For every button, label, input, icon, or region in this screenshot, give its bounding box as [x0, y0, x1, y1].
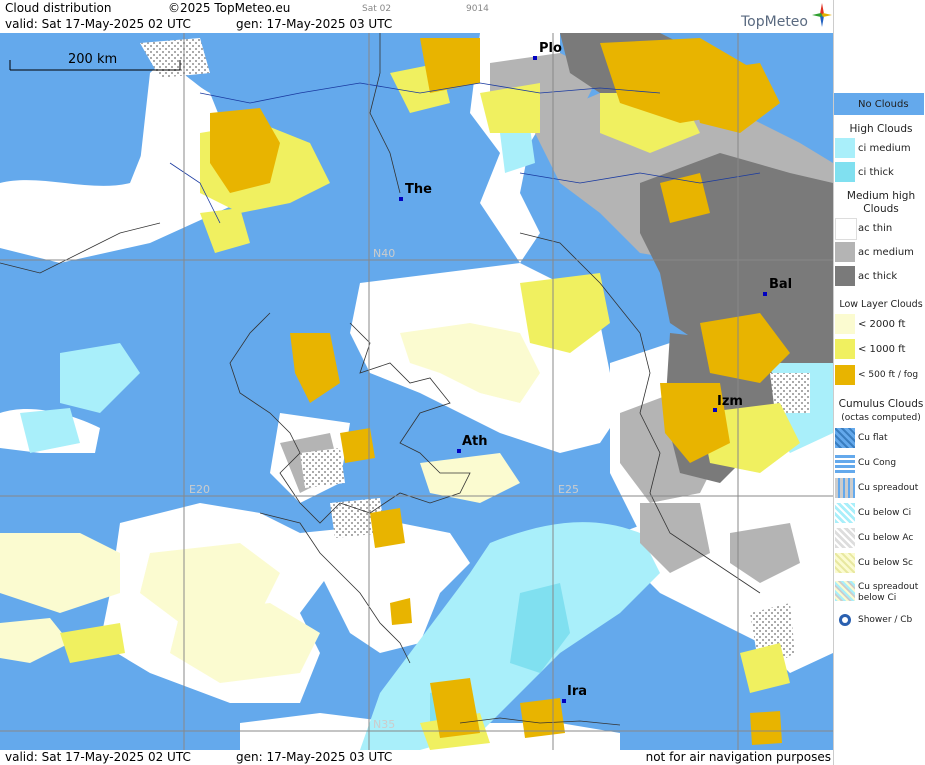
legend-label-cu-spreadout-ci: Cu spreadout below Ci	[858, 582, 919, 603]
legend-label-ac-thick: ac thick	[858, 271, 898, 282]
legend-swatch-cu-spreadout	[835, 478, 855, 498]
legend-ci-thick: ci thick	[834, 162, 925, 184]
header-bar: Cloud distribution ©2025 TopMeteo.eu Sat…	[0, 0, 833, 32]
legend-panel: No Clouds High Clouds ci medium ci thick…	[833, 0, 925, 765]
shower-icon	[839, 614, 851, 626]
legend-low-500: < 500 ft / fog	[834, 365, 925, 387]
city-dot-the	[399, 197, 403, 201]
legend-cu-flat: Cu flat	[834, 428, 925, 450]
legend-swatch-ac-thick	[835, 266, 855, 286]
legend-header-cu: Cumulus Clouds	[838, 398, 924, 410]
legend-low-2000: < 2000 ft	[834, 314, 925, 336]
footer-valid: valid: Sat 17-May-2025 02 UTC	[5, 750, 191, 764]
cloud-map-graphics	[0, 33, 833, 750]
legend-ci-medium: ci medium	[834, 138, 925, 160]
city-dot-ira	[562, 699, 566, 703]
legend-label-low-1000: < 1000 ft	[858, 344, 906, 355]
legend-label-cu-below-ci: Cu below Ci	[858, 508, 912, 518]
city-bal[interactable]: Bal	[769, 277, 792, 292]
legend-label-shower: Shower / Cb	[858, 615, 913, 625]
city-izm[interactable]: Izm	[717, 394, 743, 409]
legend-label-cu-spreadout: Cu spreadout	[858, 483, 919, 493]
legend-label-ac-medium: ac medium	[858, 247, 914, 258]
footer-note: not for air navigation purposes	[645, 750, 831, 764]
legend-swatch-ac-medium	[835, 242, 855, 262]
legend-header-high: High Clouds	[849, 123, 913, 135]
map-title: Cloud distribution	[5, 1, 112, 15]
legend-no-clouds: No Clouds	[834, 93, 925, 115]
legend-cu-spreadout: Cu spreadout	[834, 478, 925, 500]
legend-subheader-cu: (octas computed)	[841, 413, 921, 423]
legend-swatch-low-500	[835, 365, 855, 385]
city-dot-plo	[533, 56, 537, 60]
legend-swatch-cu-below-sc	[835, 553, 855, 573]
legend-label-low-500: < 500 ft / fog	[858, 370, 919, 380]
legend-shower: Shower / Cb	[834, 610, 925, 632]
grid-label-e25: E25	[558, 483, 579, 496]
legend-swatch-ci-medium	[835, 138, 855, 158]
legend-label-ci-medium: ci medium	[858, 143, 911, 154]
footer-bar: valid: Sat 17-May-2025 02 UTC gen: 17-Ma…	[0, 750, 833, 765]
grid-label-e20: E20	[189, 483, 210, 496]
city-ira[interactable]: Ira	[567, 684, 587, 699]
scale-label: 200 km	[68, 52, 118, 67]
city-dot-ath	[457, 449, 461, 453]
legend-swatch-cu-spreadout-ci	[835, 581, 855, 601]
legend-cu-cong: Cu Cong	[834, 453, 925, 475]
legend-cu-below-sc: Cu below Sc	[834, 553, 925, 575]
copyright: ©2025 TopMeteo.eu	[168, 1, 291, 15]
legend-label-ac-thin: ac thin	[858, 223, 893, 234]
legend-ac-thin: ac thin	[834, 218, 925, 240]
legend-cu-below-ci: Cu below Ci	[834, 503, 925, 525]
legend-swatch-ci-thick	[835, 162, 855, 182]
valid-time: valid: Sat 17-May-2025 02 UTC	[5, 17, 191, 31]
legend-swatch-shower	[835, 610, 855, 630]
sat-label: Sat 02	[362, 4, 392, 14]
compass-logo-icon	[812, 3, 832, 27]
legend-cu-below-ac: Cu below Ac	[834, 528, 925, 550]
gen-time: gen: 17-May-2025 03 UTC	[236, 17, 393, 31]
legend-header-medium: Medium high Clouds	[846, 190, 916, 215]
legend-swatch-low-1000	[835, 339, 855, 359]
legend-swatch-low-2000	[835, 314, 855, 334]
legend-cu-spreadout-ci: Cu spreadout below Ci	[834, 580, 925, 608]
city-the[interactable]: The	[405, 182, 432, 197]
legend-label-ci-thick: ci thick	[858, 167, 894, 178]
legend-label-cu-cong: Cu Cong	[858, 458, 897, 468]
legend-swatch-cu-below-ac	[835, 528, 855, 548]
city-ath[interactable]: Ath	[462, 434, 488, 449]
legend-label-cu-flat: Cu flat	[858, 433, 888, 443]
cloud-map[interactable]: 200 km N40 E20 E25 N35 Plo The Bal Izm A…	[0, 33, 833, 750]
brand-name: TopMeteo	[741, 14, 808, 30]
legend-label-no-clouds: No Clouds	[858, 99, 909, 110]
legend-header-low: Low Layer Clouds	[839, 299, 923, 310]
grid-label-n35: N35	[373, 718, 396, 731]
legend-label-low-2000: < 2000 ft	[858, 319, 906, 330]
legend-swatch-cu-flat	[835, 428, 855, 448]
city-plo[interactable]: Plo	[539, 41, 562, 56]
legend-swatch-cu-cong	[835, 453, 855, 473]
legend-label-cu-below-sc: Cu below Sc	[858, 558, 913, 568]
legend-ac-thick: ac thick	[834, 266, 925, 288]
grid-label-n40: N40	[373, 247, 396, 260]
legend-swatch-cu-below-ci	[835, 503, 855, 523]
legend-ac-medium: ac medium	[834, 242, 925, 264]
code-label: 9014	[466, 4, 489, 14]
legend-low-1000: < 1000 ft	[834, 339, 925, 361]
legend-label-cu-below-ac: Cu below Ac	[858, 533, 914, 543]
footer-gen: gen: 17-May-2025 03 UTC	[236, 750, 393, 764]
legend-swatch-ac-thin	[835, 218, 857, 240]
city-dot-bal	[763, 292, 767, 296]
